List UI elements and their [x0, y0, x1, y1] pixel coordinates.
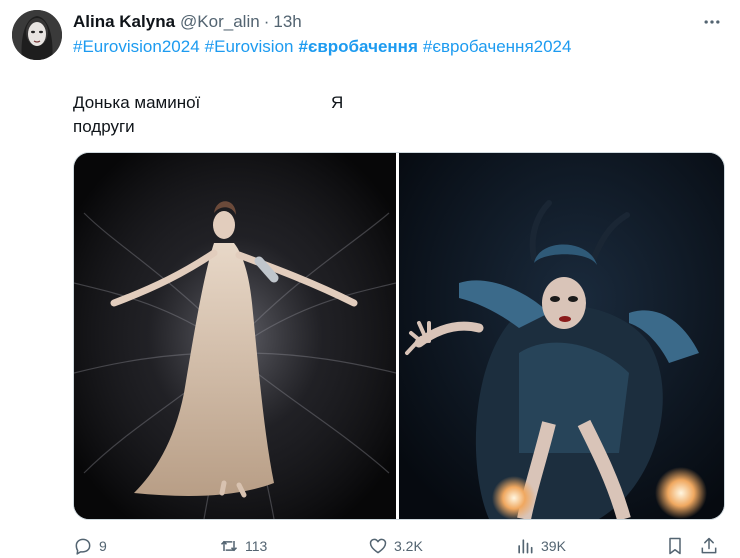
bookmark-icon — [669, 537, 681, 555]
repost-button[interactable]: 113 — [219, 536, 267, 556]
bookmark-button[interactable] — [665, 536, 685, 556]
photo-performer-with-horns — [399, 153, 724, 519]
hashtag-link[interactable]: #Eurovision — [205, 37, 294, 56]
author-name[interactable]: Alina Kalyna — [73, 12, 175, 32]
repost-icon — [220, 540, 238, 552]
reply-icon — [75, 538, 91, 555]
like-count: 3.2K — [394, 538, 423, 554]
hashtags: #Eurovision2024 #Eurovision #євробачення #є… — [73, 37, 576, 57]
share-button[interactable] — [699, 536, 719, 556]
hashtag-link[interactable]: #євробачення2024 — [423, 37, 572, 56]
photo-left[interactable] — [74, 153, 396, 519]
reply-button[interactable]: 9 — [73, 536, 107, 556]
repost-count: 113 — [245, 538, 268, 554]
caption-right-text: Я — [331, 93, 344, 112]
share-icon — [701, 537, 717, 554]
tweet-text: Донька маминої подруги — [73, 91, 200, 139]
views-count: 39K — [541, 538, 566, 554]
avatar[interactable] — [12, 10, 62, 60]
more-horizontal-icon — [704, 20, 720, 24]
avatar-image — [12, 10, 62, 60]
caption-line: подруги — [73, 117, 135, 136]
caption-line: Донька маминої — [73, 93, 201, 112]
hashtag-link[interactable]: #євробачення — [298, 37, 417, 56]
separator-dot: · — [263, 12, 270, 31]
views-bar-chart-icon — [518, 539, 533, 554]
more-options-button[interactable] — [700, 10, 724, 34]
author-handle[interactable]: @Kor_alin — [180, 12, 260, 32]
like-button[interactable]: 3.2K — [368, 536, 423, 556]
hashtag-link[interactable]: #Eurovision2024 — [73, 37, 200, 56]
reply-count: 9 — [99, 538, 107, 554]
tweet-header: Alina Kalyna @Kor_alin · 13h — [73, 10, 302, 34]
views-button[interactable]: 39K — [515, 536, 566, 556]
photo-woman-in-white-dress — [74, 153, 396, 519]
timestamp[interactable]: 13h — [273, 12, 301, 32]
action-bar: 9 113 3.2K 39K — [73, 534, 723, 558]
media-grid — [73, 152, 725, 520]
photo-right[interactable] — [399, 153, 724, 519]
heart-icon — [369, 538, 387, 554]
